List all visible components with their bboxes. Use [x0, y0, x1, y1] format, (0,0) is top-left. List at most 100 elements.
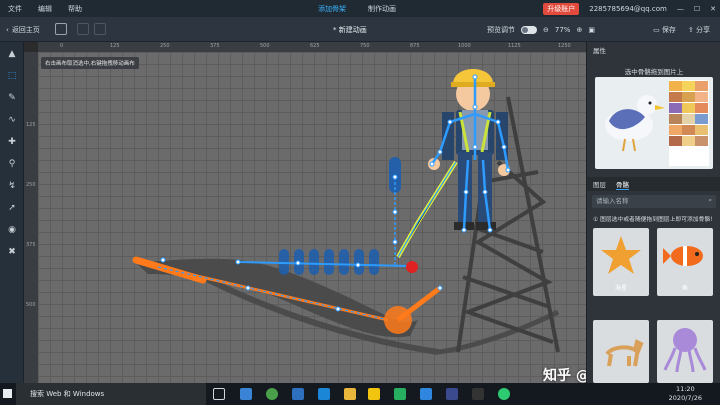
ruler-tick: 125 [26, 122, 36, 128]
ruler-tick: 125 [110, 43, 120, 49]
upgrade-button[interactable]: 升级账户 [543, 2, 580, 15]
app-window: 文件 编辑 帮助 添加骨架 制作动画 升级账户 2285785694@qq.co… [0, 0, 720, 405]
asset-card-label: 鱼 [681, 285, 688, 292]
redo-icon[interactable] [94, 23, 106, 35]
orange-bone-right [396, 286, 442, 322]
menubar: 文件 编辑 帮助 添加骨架 制作动画 升级账户 2285785694@qq.co… [0, 0, 720, 17]
account-area: 升级账户 2285785694@qq.com — ☐ ✕ [543, 0, 716, 17]
asset-card-octopus[interactable] [657, 320, 713, 383]
bend-tool-icon[interactable]: ↯ [6, 180, 18, 192]
connect-tool-icon[interactable]: ⚲ [6, 158, 18, 170]
delete-tool-icon[interactable]: ✖ [6, 246, 18, 258]
curve-tool-icon[interactable]: ∿ [6, 114, 18, 126]
save-share-group: ▭ 保存 ⇪ 分享 [653, 17, 710, 42]
clock-time: 11:20 [675, 385, 695, 393]
seagull-preview-image [605, 95, 665, 152]
tab-layers[interactable]: 图层 [593, 179, 606, 189]
share-button[interactable]: ⇪ 分享 [688, 25, 710, 35]
explorer-icon[interactable] [344, 388, 356, 400]
taskbar: 搜索 Web 和 Windows 11:20 2020/7/26 [0, 383, 720, 405]
edge-icon[interactable] [318, 388, 330, 400]
chevron-left-icon: ‹ [6, 25, 9, 34]
app-icon-3[interactable] [292, 388, 304, 400]
zoom-in-icon[interactable]: ⊕ [576, 26, 582, 34]
select-tool-icon[interactable]: ▲ [6, 48, 18, 60]
record-tool-icon[interactable]: ◉ [6, 224, 18, 236]
preset-thumbnails[interactable] [669, 80, 709, 166]
ruler-tick: 375 [210, 43, 220, 49]
ruler-tick: 500 [26, 302, 36, 308]
bone-search-input[interactable]: 请输入名称 [592, 195, 716, 208]
tool-rail: ▲ ⬚ ✎ ∿ ✚ ⚲ ↯ ➚ ◉ ✖ [0, 42, 24, 383]
ruler-tick: 0 [60, 43, 64, 49]
document-title: * 新建动画 [333, 25, 367, 34]
zoom-out-icon[interactable]: ⊖ [543, 26, 549, 34]
app-icon-2[interactable] [266, 388, 278, 400]
app-icon-1[interactable] [240, 388, 252, 400]
ruler-tick: 250 [26, 182, 36, 188]
mode-add-skeleton[interactable]: 添加骨架 [318, 4, 346, 14]
bone-pen-tool-icon[interactable]: ✎ [6, 92, 18, 104]
starfish-image [601, 236, 641, 274]
add-bone-tool-icon[interactable]: ✚ [6, 136, 18, 148]
app-icon-5[interactable] [394, 388, 406, 400]
asset-card-fish[interactable]: 鱼 [657, 228, 713, 296]
menu-file[interactable]: 文件 [0, 4, 30, 14]
panel-info: ① 图层选中或者随便拖到图层上即可添加骨骼! [593, 217, 713, 223]
yellow-bone-core [397, 161, 457, 258]
taskbar-search-label: 搜索 Web 和 Windows [30, 390, 105, 398]
toolbar: ‹ 返回主页 * 新建动画 预览调节 ⊖ 77% ⊕ ▣ ▭ 保存 ⇪ 分享 [0, 17, 720, 42]
mode-make-animation[interactable]: 制作动画 [368, 4, 396, 14]
ruler-tick: 875 [410, 43, 420, 49]
ruler-tick: 500 [260, 43, 270, 49]
preview-adjust-label: 预览调节 [487, 25, 515, 34]
share-label: 分享 [696, 25, 710, 34]
clownfish-image [663, 246, 703, 266]
app-icon-7[interactable] [446, 388, 458, 400]
ruler-tick: 375 [26, 242, 36, 248]
panel-title: 属性 [593, 47, 606, 55]
mode-switch: 添加骨架 制作动画 [318, 0, 396, 17]
horizontal-ruler: 0 125 250 375 500 625 750 875 1000 1125 … [38, 42, 586, 52]
back-home-button[interactable]: ‹ 返回主页 [6, 17, 40, 42]
system-clock[interactable]: 11:20 2020/7/26 [669, 385, 702, 403]
ruler-tick: 625 [310, 43, 320, 49]
pointer-tool-icon[interactable]: ➚ [6, 202, 18, 214]
panel-hint: 选中骨骼拖到图片上 [624, 68, 684, 76]
terrain-line-right [437, 309, 560, 355]
bone-chain-capsules [279, 249, 379, 275]
app-icon-8[interactable] [472, 388, 484, 400]
new-frame-icon[interactable] [55, 23, 67, 35]
canvas[interactable]: 右击画布取消选中,右键拖拽移动画布 知乎 @柯口柯乐 [38, 52, 586, 383]
taskbar-search[interactable]: 搜索 Web 和 Windows [16, 383, 206, 405]
fit-icon[interactable]: ▣ [588, 26, 595, 34]
menu-edit[interactable]: 编辑 [30, 4, 60, 14]
app-icon-4[interactable] [368, 388, 380, 400]
menu-help[interactable]: 帮助 [60, 4, 90, 14]
box-select-tool-icon[interactable]: ⬚ [6, 70, 18, 82]
undo-icon[interactable] [77, 23, 89, 35]
tab-bones[interactable]: 骨骼 [616, 179, 629, 190]
asset-card-deer[interactable] [593, 320, 649, 383]
panel-tabs: 图层 骨骼 [587, 177, 720, 191]
bone-preview[interactable] [595, 77, 713, 169]
asset-card-starfish[interactable]: 海星 [593, 228, 649, 296]
save-button[interactable]: ▭ 保存 [653, 25, 676, 35]
deer-image [605, 339, 644, 367]
zoom-controls: 预览调节 ⊖ 77% ⊕ ▣ [487, 17, 595, 42]
account-label[interactable]: 2285785694@qq.com [589, 5, 667, 13]
task-view-icon[interactable] [213, 388, 225, 400]
zoom-level: 77% [554, 25, 571, 34]
zhihu-watermark: 知乎 @柯口柯乐 [543, 368, 586, 383]
octopus-image [663, 328, 707, 373]
minimize-icon[interactable]: — [677, 5, 684, 13]
maximize-icon[interactable]: ☐ [694, 5, 700, 13]
windows-start-icon[interactable] [3, 389, 12, 398]
wechat-icon[interactable] [498, 388, 510, 400]
close-icon[interactable]: ✕ [710, 5, 716, 13]
clock-date: 2020/7/26 [668, 394, 702, 402]
app-icon-6[interactable] [420, 388, 432, 400]
preview-toggle[interactable] [521, 25, 537, 34]
red-joint[interactable] [406, 261, 418, 273]
search-icon[interactable]: ⌕ [708, 196, 712, 205]
